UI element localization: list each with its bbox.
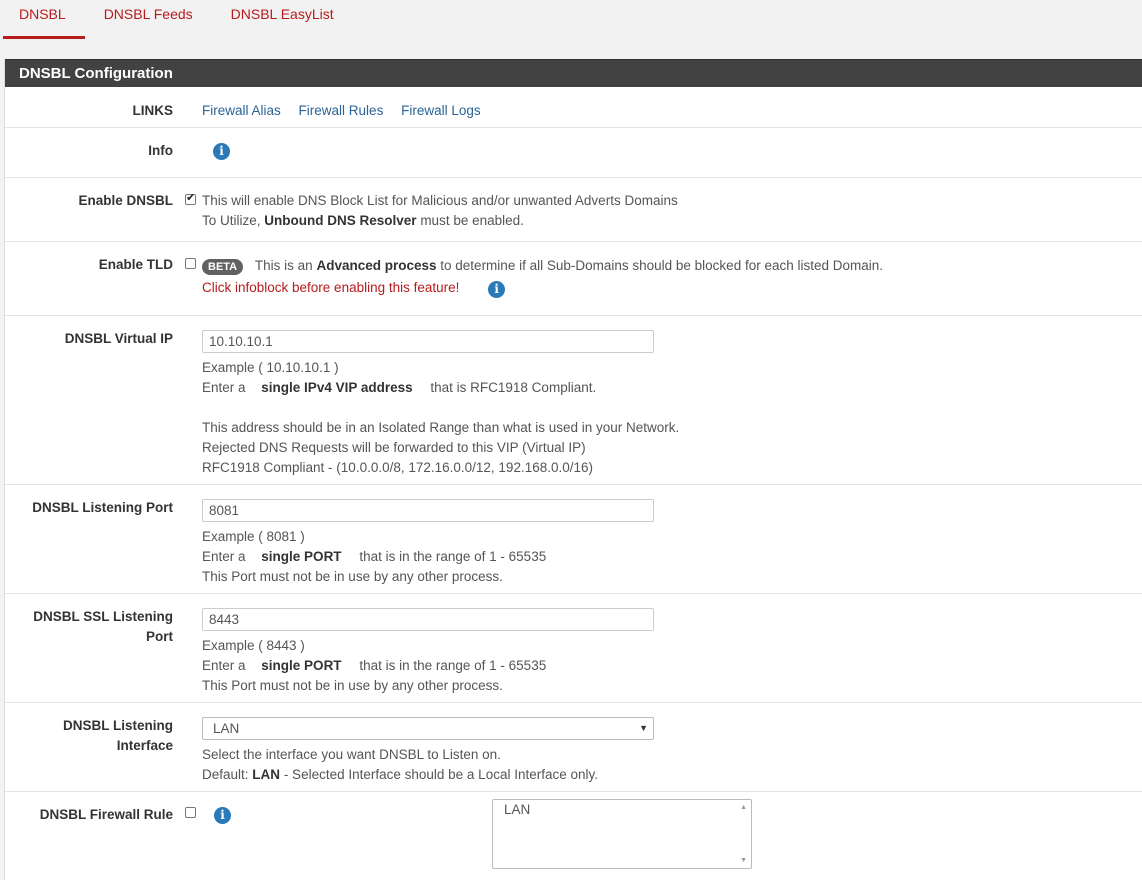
ssl-port-example: Example ( 8443 ) [202, 638, 305, 653]
links-list: Firewall Alias Firewall Rules Firewall L… [202, 101, 495, 121]
ssl-port-label-line1: DNSBL SSL Listening [33, 609, 173, 624]
listening-interface-line1: Select the interface you want DNSBL to L… [202, 747, 501, 762]
virtual-ip-line5: RFC1918 Compliant - (10.0.0.0/8, 172.16.… [202, 460, 594, 475]
tab-bar: DNSBL DNSBL Feeds DNSBL EasyList [0, 0, 1142, 40]
enable-dnsbl-row: Enable DNSBL This will enable DNS Block … [5, 178, 1142, 242]
listening-interface-label-line2: Interface [116, 738, 173, 753]
links-label: LINKS [132, 103, 174, 118]
firewall-rule-info-icon[interactable]: i [214, 807, 231, 824]
tab-dnsbl-easylist[interactable]: DNSBL EasyList [212, 0, 353, 40]
listening-port-help: Example ( 8081 ) Enter a single PORT tha… [202, 527, 546, 587]
advanced-process-text: Advanced process [316, 258, 437, 273]
listening-interface-label-line1: DNSBL Listening [62, 718, 173, 733]
beta-badge: BETA [202, 259, 244, 275]
enable-tld-text-pre: This is an [254, 258, 313, 273]
listening-interface-selected: LAN [213, 721, 240, 736]
enable-tld-text-post: to determine if all Sub-Domains should b… [440, 258, 884, 273]
firewall-rule-checkbox[interactable] [185, 807, 196, 818]
ssl-port-row: DNSBL SSL Listening Port Example ( 8443 … [5, 594, 1142, 703]
unbound-dns-resolver-text: Unbound DNS Resolver [264, 213, 417, 228]
ssl-port-input[interactable] [202, 608, 654, 631]
info-row: Info i [5, 128, 1142, 178]
tld-info-icon[interactable]: i [488, 281, 506, 298]
chevron-down-icon: ▼ [639, 723, 648, 733]
firewall-rule-row: DNSBL Firewall Rule i LAN ▲ ▼ [5, 792, 1142, 880]
panel-title: DNSBL Configuration [5, 59, 1142, 87]
enable-tld-row: Enable TLD BETA This is an Advanced proc… [5, 242, 1142, 316]
listening-port-line2: Enter a single PORT that is in the range… [202, 547, 546, 567]
virtual-ip-example: Example ( 10.10.10.1 ) [202, 360, 339, 375]
info-icon[interactable]: i [213, 143, 230, 160]
ssl-port-label: DNSBL SSL Listening Port [33, 607, 173, 647]
enable-tld-checkbox[interactable] [185, 258, 196, 269]
virtual-ip-input[interactable] [202, 330, 654, 353]
ssl-port-label-line2: Port [146, 629, 173, 644]
firewall-alias-link[interactable]: Firewall Alias [202, 103, 281, 118]
firewall-rule-interface-listbox[interactable]: LAN ▲ ▼ [492, 799, 752, 869]
enable-dnsbl-label: Enable DNSBL [78, 193, 173, 208]
enable-tld-line1: BETA This is an Advanced process to dete… [202, 256, 883, 276]
listbox-option-lan[interactable]: LAN [493, 800, 751, 819]
scroll-down-icon[interactable]: ▼ [740, 857, 747, 864]
listening-port-row: DNSBL Listening Port Example ( 8081 ) En… [5, 485, 1142, 594]
listening-port-line2-post: that is in the range of 1 - 65535 [359, 549, 547, 564]
ssl-single-port-text: single PORT [261, 658, 342, 673]
ssl-port-line3: This Port must not be in use by any othe… [202, 678, 503, 693]
ssl-port-line2-pre: Enter a [202, 658, 246, 673]
virtual-ip-help: Example ( 10.10.10.1 ) Enter a single IP… [202, 358, 679, 478]
listening-port-example: Example ( 8081 ) [202, 529, 305, 544]
listening-port-input[interactable] [202, 499, 654, 522]
listening-interface-select[interactable]: LAN ▼ [202, 717, 654, 740]
virtual-ip-line4: Rejected DNS Requests will be forwarded … [202, 440, 586, 455]
listening-interface-row: DNSBL Listening Interface LAN ▼ Select t… [5, 703, 1142, 792]
firewall-logs-link[interactable]: Firewall Logs [401, 103, 481, 118]
firewall-rules-link[interactable]: Firewall Rules [299, 103, 384, 118]
infoblock-warning: Click infoblock before enabling this fea… [202, 280, 460, 295]
listening-interface-line2-pre: Default: [202, 767, 249, 782]
links-row: LINKS Firewall Alias Firewall Rules Fire… [5, 88, 1142, 128]
enable-dnsbl-line2-post: must be enabled. [420, 213, 524, 228]
listening-interface-label: DNSBL Listening Interface [63, 716, 173, 756]
ssl-port-line2: Enter a single PORT that is in the range… [202, 656, 546, 676]
listening-interface-help: Select the interface you want DNSBL to L… [202, 745, 598, 785]
virtual-ip-line2-post: that is RFC1918 Compliant. [430, 380, 597, 395]
listening-port-line3: This Port must not be in use by any othe… [202, 569, 503, 584]
virtual-ip-line2-pre: Enter a [202, 380, 246, 395]
enable-dnsbl-checkbox[interactable] [185, 191, 196, 205]
enable-tld-label: Enable TLD [98, 257, 173, 272]
tab-dnsbl-feeds[interactable]: DNSBL Feeds [85, 0, 212, 40]
ssl-port-line2-post: that is in the range of 1 - 65535 [359, 658, 547, 673]
info-label: Info [148, 143, 173, 158]
scroll-up-icon[interactable]: ▲ [740, 804, 747, 811]
enable-dnsbl-help: This will enable DNS Block List for Mali… [202, 191, 678, 231]
enable-tld-help: BETA This is an Advanced process to dete… [202, 256, 883, 298]
enable-dnsbl-line2: To Utilize, Unbound DNS Resolver must be… [202, 211, 678, 231]
virtual-ip-label: DNSBL Virtual IP [64, 331, 173, 346]
listbox-scrollbar[interactable]: ▲ ▼ [735, 800, 751, 868]
virtual-ip-row: DNSBL Virtual IP Example ( 10.10.10.1 ) … [5, 316, 1142, 485]
firewall-rule-label: DNSBL Firewall Rule [39, 807, 173, 822]
dnsbl-configuration-panel: DNSBL Configuration LINKS Firewall Alias… [4, 59, 1142, 880]
virtual-ip-line3: This address should be in an Isolated Ra… [202, 420, 680, 435]
virtual-ip-line2: Enter a single IPv4 VIP address that is … [202, 378, 679, 398]
listening-interface-line2: Default: LAN - Selected Interface should… [202, 765, 598, 785]
enable-dnsbl-line1: This will enable DNS Block List for Mali… [202, 193, 678, 208]
tab-dnsbl[interactable]: DNSBL [0, 0, 85, 40]
default-lan-text: LAN [252, 767, 281, 782]
enable-dnsbl-line2-pre: To Utilize, [202, 213, 261, 228]
listening-interface-line2-post: - Selected Interface should be a Local I… [283, 767, 599, 782]
ssl-port-help: Example ( 8443 ) Enter a single PORT tha… [202, 636, 546, 696]
single-port-text: single PORT [261, 549, 342, 564]
single-ipv4-vip-text: single IPv4 VIP address [261, 380, 413, 395]
listening-port-label: DNSBL Listening Port [32, 500, 173, 515]
listening-port-line2-pre: Enter a [202, 549, 246, 564]
